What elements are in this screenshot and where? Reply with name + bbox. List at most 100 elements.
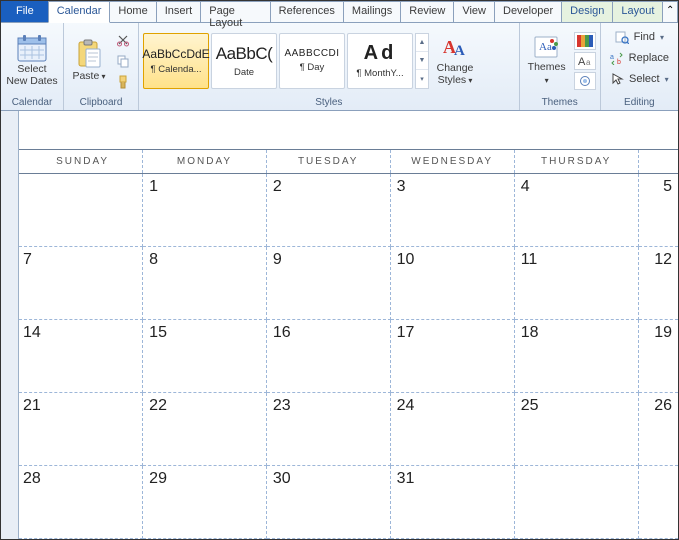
calendar-cell[interactable]: 3 <box>390 174 514 247</box>
tab-file[interactable]: File <box>1 1 49 22</box>
group-label-styles: Styles <box>143 96 515 110</box>
day-header: TUESDAY <box>266 150 390 174</box>
calendar-cell[interactable]: 22 <box>143 393 267 466</box>
svg-text:b: b <box>617 59 621 65</box>
tab-bar: File Calendar Home Insert Page Layout Re… <box>1 1 678 23</box>
tab-layout[interactable]: Layout <box>612 1 663 22</box>
themes-icon: Aa <box>533 34 561 60</box>
calendar-cell[interactable]: 16 <box>266 320 390 393</box>
gallery-more-icon: ▾ <box>416 70 428 87</box>
format-painter-button[interactable] <box>114 73 132 91</box>
calendar-cell[interactable]: 1 <box>143 174 267 247</box>
calendar-cell[interactable]: 8 <box>143 247 267 320</box>
calendar-cell[interactable]: 23 <box>266 393 390 466</box>
brush-icon <box>116 75 130 89</box>
svg-text:a: a <box>586 58 591 67</box>
tab-developer[interactable]: Developer <box>494 1 562 22</box>
group-styles: AaBbCcDdE ¶ Calenda... AaBbC( Date AABBC… <box>139 23 520 110</box>
calendar-cell[interactable]: 2 <box>266 174 390 247</box>
tab-home[interactable]: Home <box>109 1 156 22</box>
calendar-cell[interactable]: 12 <box>638 247 678 320</box>
calendar-cell[interactable]: 21 <box>19 393 143 466</box>
style-card-calendar[interactable]: AaBbCcDdE ¶ Calenda... <box>143 33 209 89</box>
calendar-cell[interactable] <box>19 174 143 247</box>
copy-icon <box>116 54 130 68</box>
calendar-cell[interactable]: 9 <box>266 247 390 320</box>
style-gallery-expand[interactable]: ▲ ▼ ▾ <box>415 33 429 89</box>
day-header: MONDAY <box>143 150 267 174</box>
calendar-cell[interactable]: 14 <box>19 320 143 393</box>
document-area: SUNDAY MONDAY TUESDAY WEDNESDAY THURSDAY… <box>1 111 678 539</box>
calendar-cell[interactable]: 5 <box>638 174 678 247</box>
gallery-up-icon: ▲ <box>416 34 428 52</box>
tab-references[interactable]: References <box>270 1 344 22</box>
day-header: SUNDAY <box>19 150 143 174</box>
style-card-date[interactable]: AaBbC( Date <box>211 33 277 89</box>
select-button[interactable]: Select <box>605 69 674 89</box>
tab-mailings[interactable]: Mailings <box>343 1 401 22</box>
calendar-row: 1 2 3 4 5 <box>19 174 678 247</box>
page: SUNDAY MONDAY TUESDAY WEDNESDAY THURSDAY… <box>19 111 678 539</box>
calendar-cell[interactable]: 26 <box>638 393 678 466</box>
group-label-editing: Editing <box>605 96 674 110</box>
select-new-dates-button[interactable]: SelectNew Dates <box>5 28 59 94</box>
tab-insert[interactable]: Insert <box>156 1 202 22</box>
calendar-cell[interactable] <box>638 466 678 539</box>
tab-calendar[interactable]: Calendar <box>48 1 111 23</box>
calendar-cell[interactable]: 24 <box>390 393 514 466</box>
svg-text:Aa: Aa <box>539 41 552 53</box>
tab-design[interactable]: Design <box>561 1 613 22</box>
gallery-down-icon: ▼ <box>416 52 428 70</box>
theme-fonts-button[interactable]: Aa <box>574 52 596 70</box>
calendar-cell[interactable]: 29 <box>143 466 267 539</box>
calendar-cell[interactable]: 17 <box>390 320 514 393</box>
copy-button[interactable] <box>114 52 132 70</box>
calendar-table[interactable]: SUNDAY MONDAY TUESDAY WEDNESDAY THURSDAY… <box>19 149 678 539</box>
calendar-cell[interactable]: 18 <box>514 320 638 393</box>
calendar-row: 28 29 30 31 <box>19 466 678 539</box>
svg-text:A: A <box>578 56 586 67</box>
group-calendar: SelectNew Dates Calendar <box>1 23 64 110</box>
theme-effects-button[interactable] <box>574 72 596 90</box>
tab-page-layout[interactable]: Page Layout <box>200 1 270 22</box>
calendar-cell[interactable]: 25 <box>514 393 638 466</box>
calendar-row: 14 15 16 17 18 19 <box>19 320 678 393</box>
calendar-cell[interactable]: 30 <box>266 466 390 539</box>
style-card-day[interactable]: AABBCCDI ¶ Day <box>279 33 345 89</box>
style-gallery[interactable]: AaBbCcDdE ¶ Calenda... AaBbC( Date AABBC… <box>143 33 429 89</box>
calendar-cell[interactable] <box>514 466 638 539</box>
tab-view[interactable]: View <box>453 1 495 22</box>
calendar-header-row: SUNDAY MONDAY TUESDAY WEDNESDAY THURSDAY <box>19 150 678 174</box>
vertical-ruler <box>1 111 19 539</box>
calendar-cell[interactable]: 4 <box>514 174 638 247</box>
calendar-cell[interactable]: 7 <box>19 247 143 320</box>
calendar-cell[interactable]: 10 <box>390 247 514 320</box>
day-header: WEDNESDAY <box>390 150 514 174</box>
calendar-cell[interactable]: 28 <box>19 466 143 539</box>
svg-text:a: a <box>610 54 614 61</box>
style-card-month[interactable]: Ad ¶ MonthY... <box>347 33 413 89</box>
minimize-ribbon-button[interactable]: ⌃ <box>662 1 678 22</box>
calendar-cell[interactable]: 19 <box>638 320 678 393</box>
calendar-row: 21 22 23 24 25 26 <box>19 393 678 466</box>
find-icon <box>615 30 629 44</box>
calendar-cell[interactable]: 31 <box>390 466 514 539</box>
theme-colors-button[interactable] <box>574 32 596 50</box>
svg-text:A: A <box>454 43 465 59</box>
tab-review[interactable]: Review <box>400 1 454 22</box>
paste-button[interactable]: Paste <box>68 28 110 94</box>
change-styles-button[interactable]: A A Change Styles <box>431 28 479 94</box>
cut-button[interactable] <box>114 31 132 49</box>
scissors-icon <box>116 33 130 47</box>
clipboard-icon <box>76 39 102 69</box>
group-themes: Aa Themes Aa Themes <box>520 23 601 110</box>
replace-button[interactable]: ab Replace <box>605 48 674 68</box>
calendar-cell[interactable]: 11 <box>514 247 638 320</box>
calendar-row: 7 8 9 10 11 12 <box>19 247 678 320</box>
themes-button[interactable]: Aa Themes <box>524 28 570 94</box>
find-button[interactable]: Find <box>610 27 669 47</box>
group-label-clipboard: Clipboard <box>68 96 134 110</box>
group-label-calendar: Calendar <box>5 96 59 110</box>
calendar-cell[interactable]: 15 <box>143 320 267 393</box>
group-editing: Find ab Replace Select Editing <box>601 23 678 110</box>
